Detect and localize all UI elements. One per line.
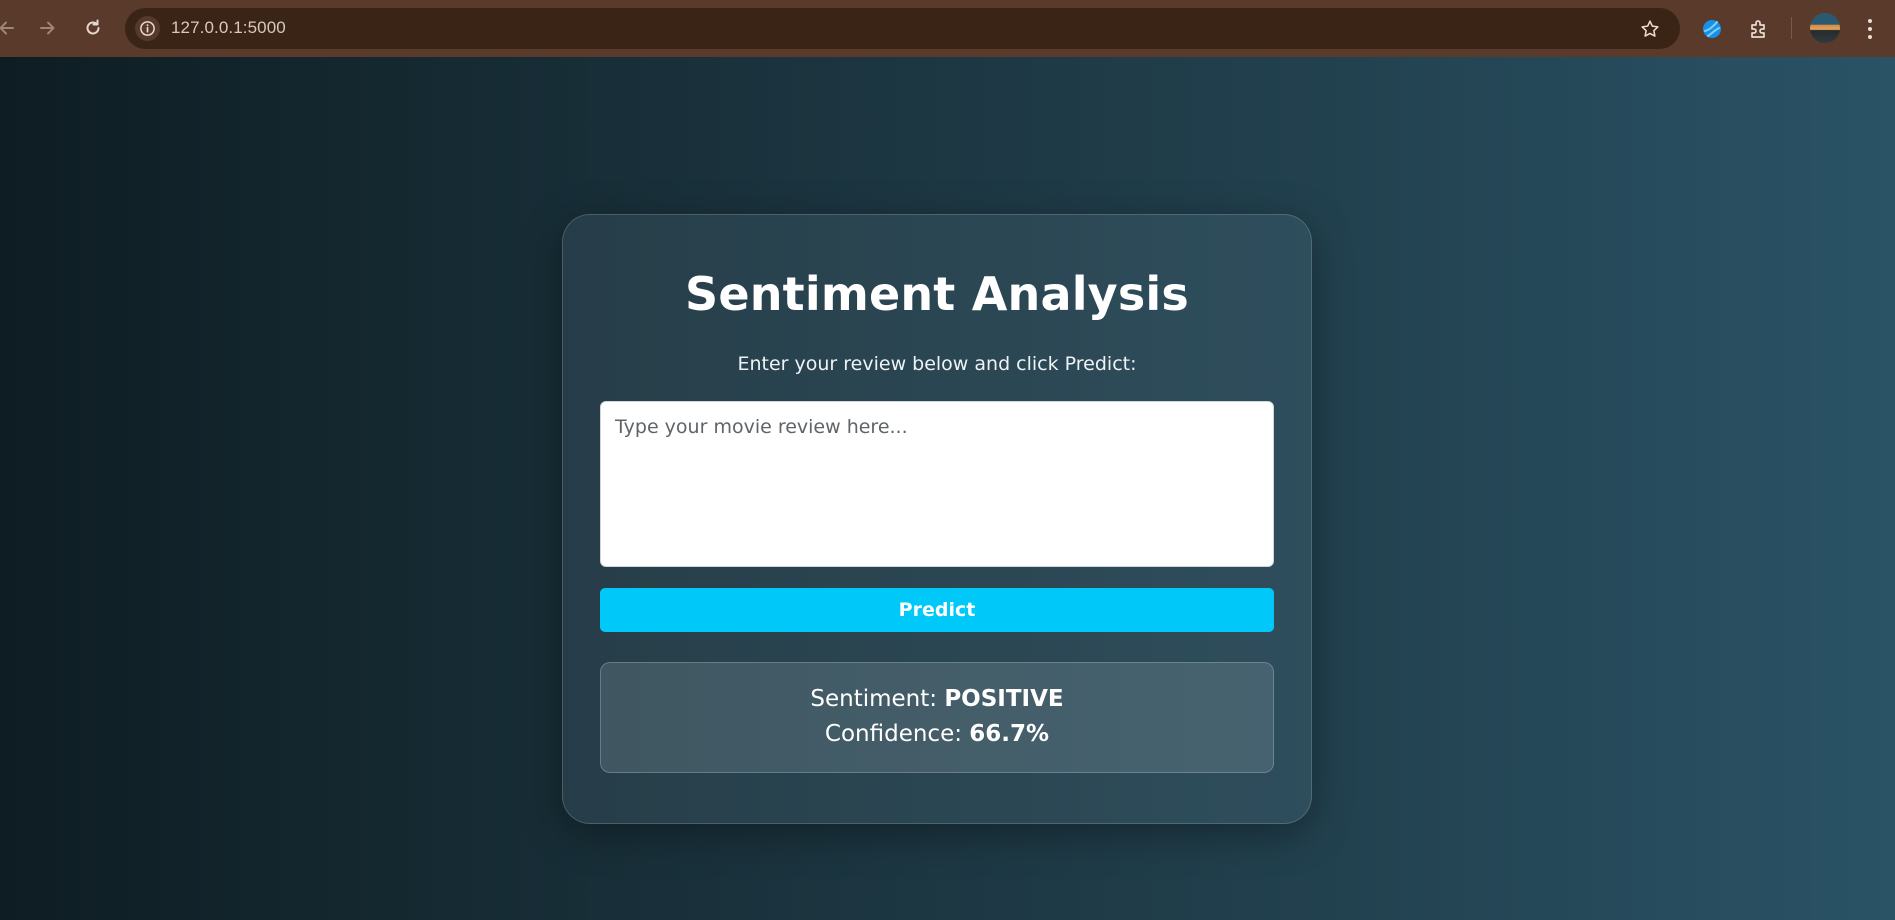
browser-toolbar: 127.0.0.1:5000	[0, 0, 1895, 57]
page-background: Sentiment Analysis Enter your review bel…	[0, 57, 1895, 920]
avatar[interactable]	[1810, 13, 1840, 43]
page-title: Sentiment Analysis	[685, 267, 1189, 321]
confidence-label: Confidence:	[824, 721, 962, 747]
sentiment-result: Sentiment: POSITIVE	[601, 686, 1273, 712]
confidence-result: Confidence: 66.7%	[601, 721, 1273, 747]
toolbar-divider	[1791, 17, 1792, 39]
sentiment-label: Sentiment:	[810, 686, 938, 712]
back-arrow-icon[interactable]	[0, 13, 22, 43]
address-bar[interactable]: 127.0.0.1:5000	[125, 8, 1680, 49]
puzzle-icon[interactable]	[1744, 14, 1774, 44]
instructions-text: Enter your review below and click Predic…	[737, 353, 1137, 375]
star-icon[interactable]	[1638, 17, 1662, 41]
review-input[interactable]	[600, 401, 1274, 567]
sentiment-value: POSITIVE	[944, 686, 1064, 712]
reload-icon[interactable]	[78, 13, 108, 43]
result-panel: Sentiment: POSITIVE Confidence: 66.7%	[600, 662, 1274, 773]
kebab-menu-icon[interactable]	[1858, 14, 1882, 44]
confidence-value: 66.7%	[969, 721, 1050, 747]
sentiment-card: Sentiment Analysis Enter your review bel…	[562, 214, 1312, 824]
extension-icon[interactable]	[1697, 14, 1727, 44]
url-text[interactable]: 127.0.0.1:5000	[171, 18, 286, 38]
info-icon[interactable]	[135, 16, 160, 41]
forward-arrow-icon[interactable]	[32, 13, 62, 43]
predict-button[interactable]: Predict	[600, 588, 1274, 632]
